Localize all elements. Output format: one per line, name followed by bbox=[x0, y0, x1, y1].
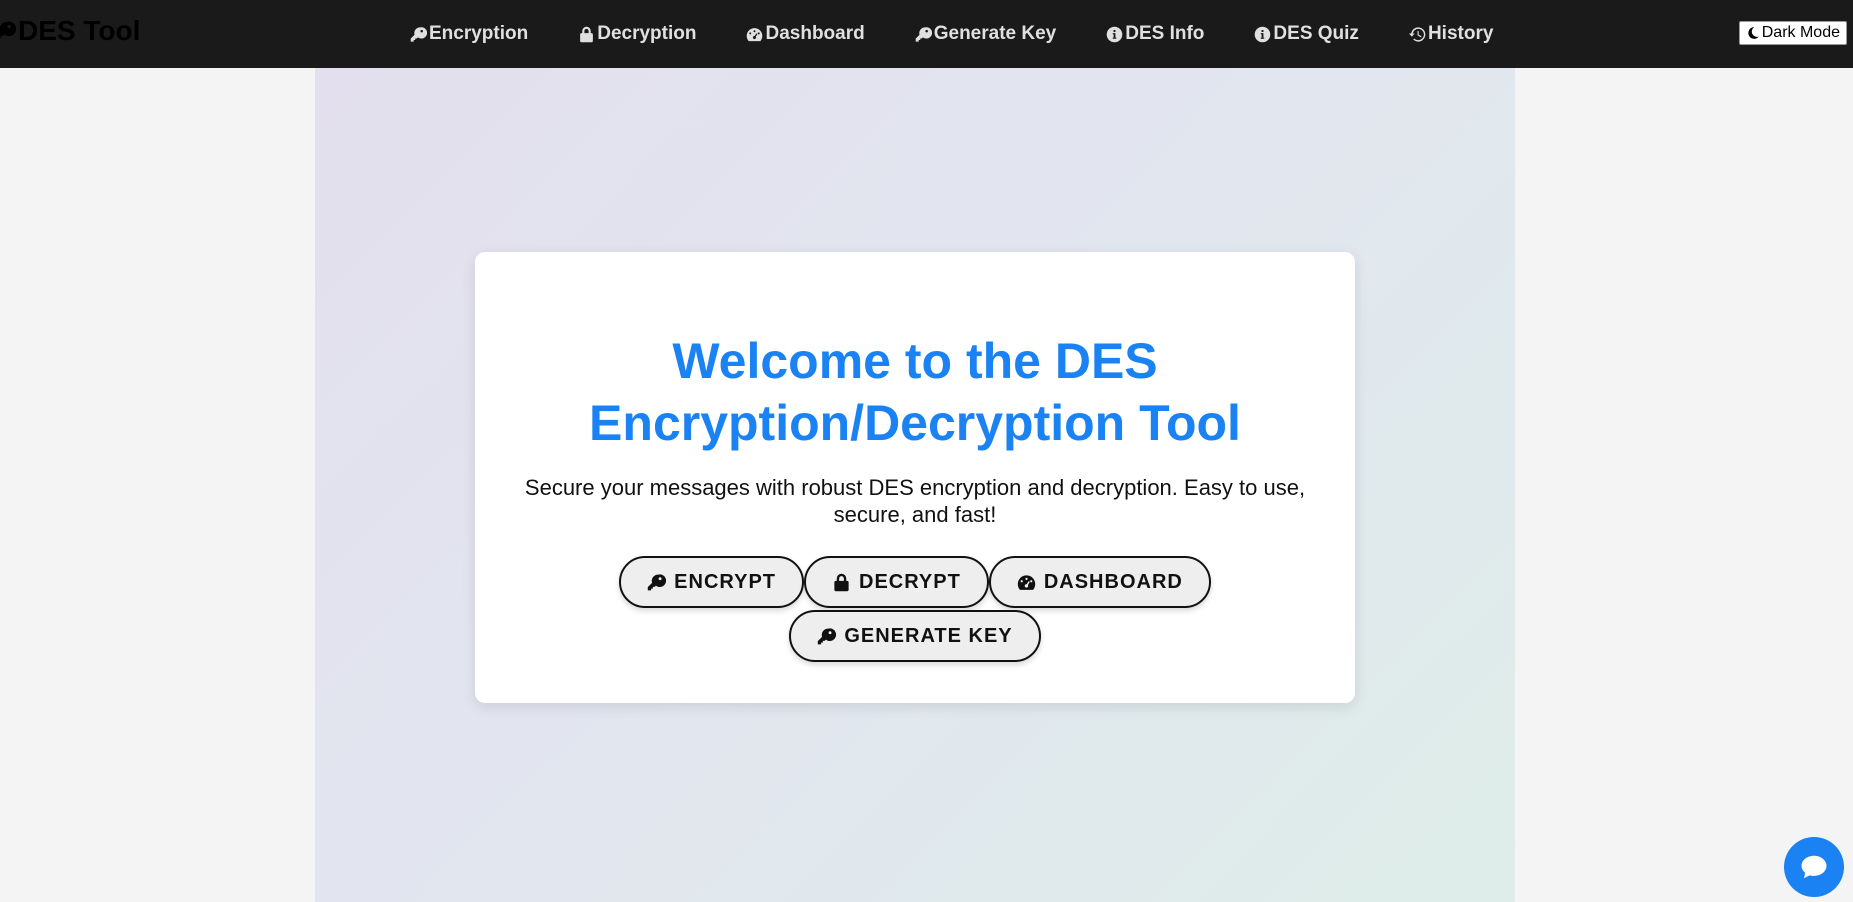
nav-item-label: History bbox=[1427, 23, 1494, 44]
nav-item-encryption[interactable]: Encryption bbox=[410, 23, 528, 45]
decrypt-button[interactable]: DECRYPT bbox=[804, 556, 989, 608]
nav-item-des-quiz[interactable]: DES Quiz bbox=[1254, 23, 1359, 45]
nav-item-history[interactable]: History bbox=[1408, 23, 1494, 45]
info-icon bbox=[1255, 26, 1271, 42]
top-navbar: DES Tool Encryption Decryption Dashboard… bbox=[0, 0, 1853, 68]
nav-item-des-info[interactable]: DES Info bbox=[1106, 23, 1204, 45]
nav-item-decryption[interactable]: Decryption bbox=[578, 23, 696, 45]
nav-item-label: Generate Key bbox=[933, 23, 1057, 44]
action-buttons-row: ENCRYPT DECRYPT DASHBOARD bbox=[475, 556, 1355, 608]
key-icon bbox=[818, 627, 837, 644]
nav-item-label: DES Info bbox=[1125, 23, 1205, 44]
action-buttons-row: GENERATE KEY bbox=[475, 610, 1355, 662]
gauge-icon bbox=[747, 27, 763, 41]
nav-links: Encryption Decryption Dashboard Generate… bbox=[410, 0, 1543, 68]
page-subtitle: Secure your messages with robust DES enc… bbox=[524, 475, 1306, 527]
welcome-card: Welcome to the DES Encryption/Decryption… bbox=[475, 252, 1355, 703]
lock-icon bbox=[580, 26, 594, 42]
button-label: DASHBOARD bbox=[1043, 570, 1183, 593]
button-label: DECRYPT bbox=[859, 570, 961, 593]
dashboard-button[interactable]: DASHBOARD bbox=[988, 556, 1211, 608]
info-icon bbox=[1106, 26, 1123, 42]
moon-icon bbox=[1748, 27, 1759, 39]
history-icon bbox=[1408, 26, 1426, 42]
brand-title: DES Tool bbox=[18, 15, 141, 46]
key-icon bbox=[915, 26, 932, 42]
key-icon bbox=[410, 26, 427, 42]
nav-item-label: Decryption bbox=[597, 23, 697, 44]
brand-logo[interactable]: DES Tool bbox=[0, 15, 140, 47]
encrypt-button[interactable]: ENCRYPT bbox=[619, 556, 804, 608]
button-label: ENCRYPT bbox=[674, 570, 776, 593]
nav-item-label: Encryption bbox=[429, 23, 529, 44]
dark-mode-toggle[interactable]: Dark Mode bbox=[1738, 21, 1847, 45]
generate-key-button[interactable]: GENERATE KEY bbox=[789, 610, 1041, 662]
nav-item-label: DES Quiz bbox=[1273, 23, 1359, 44]
nav-item-dashboard[interactable]: Dashboard bbox=[746, 23, 865, 45]
chat-bubble-icon bbox=[1801, 855, 1827, 879]
nav-item-generate-key[interactable]: Generate Key bbox=[915, 23, 1057, 45]
lock-icon bbox=[834, 573, 849, 591]
page-title: Welcome to the DES Encryption/Decryption… bbox=[589, 333, 1241, 451]
key-icon bbox=[647, 573, 667, 590]
dark-mode-label: Dark Mode bbox=[1761, 24, 1840, 41]
gauge-icon bbox=[1017, 574, 1036, 590]
nav-item-label: Dashboard bbox=[765, 23, 865, 44]
chat-button[interactable] bbox=[1784, 837, 1844, 897]
key-icon bbox=[0, 21, 16, 39]
button-label: GENERATE KEY bbox=[844, 624, 1013, 647]
